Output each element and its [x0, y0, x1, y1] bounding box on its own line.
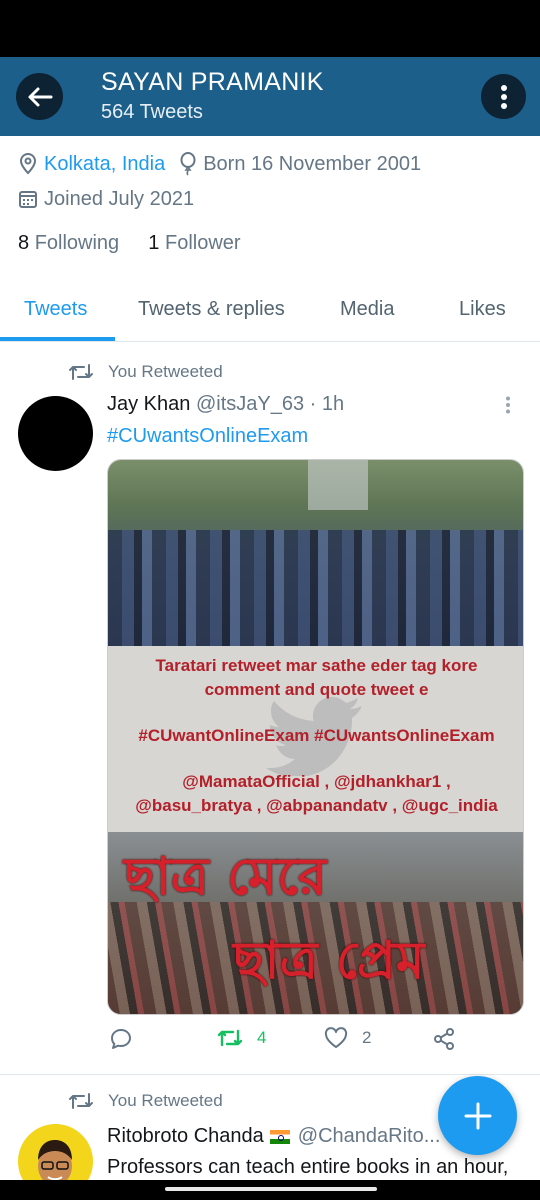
crowd-photo-bottom: ছাত্র মেরে ছাত্র প্রেম — [108, 832, 523, 1014]
followers-link[interactable]: 1 Follower — [148, 232, 240, 254]
like-count: 2 — [362, 1028, 372, 1047]
reply-icon — [111, 1029, 131, 1049]
status-bar — [0, 0, 540, 57]
tweet-media-image[interactable]: Taratari retweet mar sathe eder tag kore… — [107, 459, 524, 1015]
joined-row: Joined July 2021 — [18, 185, 194, 213]
retweet-icon — [69, 1093, 93, 1109]
back-button[interactable] — [16, 73, 63, 120]
retweet-icon — [217, 1029, 243, 1047]
location-link[interactable]: Kolkata, India — [44, 153, 165, 176]
tab-media[interactable]: Media — [340, 298, 394, 321]
profile-header: SAYAN PRAMANIK 564 Tweets — [0, 57, 540, 136]
poster-line-5: @basu_bratya , @abpanandatv , @ugc_india — [135, 796, 498, 815]
plus-icon — [464, 1102, 491, 1129]
author-handle-time: @ChandaRito... — [297, 1125, 441, 1147]
more-options-button[interactable] — [481, 74, 526, 119]
following-label: Following — [34, 232, 120, 254]
tweet-hashtag[interactable]: #CUwantsOnlineExam — [107, 425, 308, 448]
following-link[interactable]: 8 Following — [18, 232, 119, 254]
retweet-count: 4 — [257, 1028, 267, 1047]
active-tab-indicator — [0, 337, 115, 341]
tweet-actions: 4 2 — [107, 1027, 524, 1059]
header-tweet-count: 564 Tweets — [101, 101, 203, 123]
calendar-icon — [19, 191, 37, 208]
poster-line-4: @MamataOfficial , @jdhankhar1 , — [182, 772, 451, 791]
share-button[interactable] — [432, 1027, 456, 1051]
bengali-text-2: ছাত্র প্রেম — [233, 931, 425, 991]
following-count: 8 — [18, 232, 30, 254]
home-gesture-handle[interactable] — [165, 1187, 377, 1191]
tweet-text: Professors can teach entire books in an … — [107, 1156, 509, 1178]
compose-tweet-button[interactable] — [438, 1076, 517, 1155]
follow-stats: 8 Following 1 Follower — [18, 232, 241, 255]
poster-text-area: Taratari retweet mar sathe eder tag kore… — [108, 646, 523, 832]
india-flag-icon — [269, 1129, 290, 1144]
like-button[interactable]: 2 — [324, 1027, 371, 1049]
share-icon — [434, 1028, 454, 1050]
retweet-label: You Retweeted — [108, 362, 223, 381]
bengali-text-1: ছাত্র মেরে — [124, 847, 327, 907]
avatar[interactable] — [18, 396, 93, 471]
crowd-photo-top — [108, 460, 523, 646]
header-name: SAYAN PRAMANIK — [101, 68, 324, 96]
location-pin-icon — [19, 153, 37, 175]
poster-line-1: Taratari retweet mar sathe eder tag kore — [155, 656, 478, 675]
joined-text: Joined July 2021 — [44, 187, 195, 210]
tab-likes[interactable]: Likes — [459, 298, 506, 321]
tab-tweets[interactable]: Tweets — [24, 298, 87, 321]
author-name[interactable]: Ritobroto Chanda — [107, 1125, 264, 1147]
retweet-icon — [69, 364, 93, 380]
balloon-icon — [180, 152, 196, 176]
profile-tabs: Tweets Tweets & replies Media Likes — [0, 280, 540, 342]
heart-icon — [324, 1027, 348, 1048]
tab-tweets-replies[interactable]: Tweets & replies — [138, 298, 285, 321]
more-vertical-icon — [500, 84, 507, 109]
arrow-left-icon — [28, 87, 52, 106]
follower-label: Follower — [164, 232, 241, 254]
profile-meta-row: Kolkata, India Born 16 November 2001 — [18, 150, 421, 178]
poster-line-3: #CUwantOnlineExam #CUwantsOnlineExam — [138, 726, 495, 745]
retweet-indicator: You Retweeted — [68, 1091, 223, 1111]
retweet-label: You Retweeted — [108, 1091, 223, 1110]
author-handle-time: @itsJaY_63 · 1h — [195, 393, 345, 415]
system-nav-bar — [0, 1180, 540, 1200]
tweet-header: Jay Khan @itsJaY_63 · 1h — [107, 393, 344, 416]
poster-line-2: comment and quote tweet e — [204, 680, 429, 699]
more-vertical-icon — [506, 396, 510, 414]
tweet-more-button[interactable] — [504, 396, 512, 419]
follower-count: 1 — [148, 232, 160, 254]
retweet-indicator: You Retweeted — [68, 362, 223, 382]
birthday-text: Born 16 November 2001 — [203, 152, 422, 175]
tweet-divider — [0, 1074, 540, 1075]
retweet-button[interactable]: 4 — [217, 1027, 266, 1049]
author-name[interactable]: Jay Khan — [107, 393, 190, 415]
reply-button[interactable] — [109, 1027, 133, 1051]
